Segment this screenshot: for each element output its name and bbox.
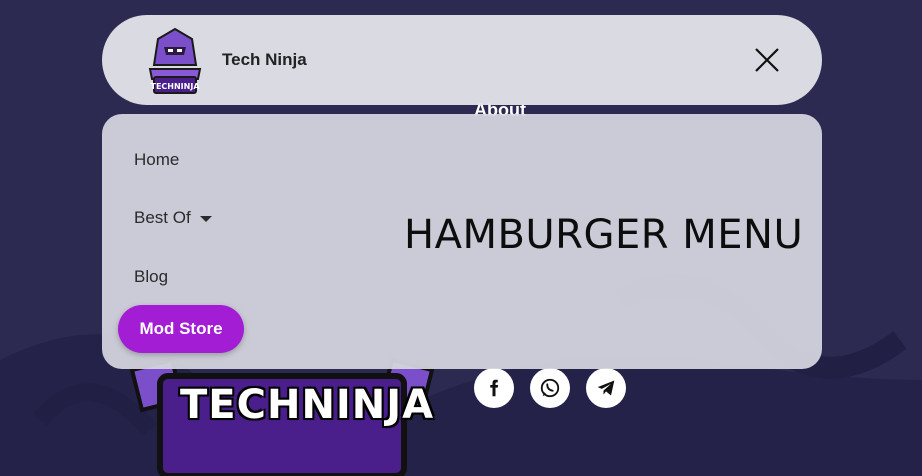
menu-item-home[interactable]: Home [134,150,179,170]
menu-item-label: Blog [134,267,169,286]
facebook-link[interactable] [474,368,514,408]
social-links [474,368,626,408]
menu-item-blog[interactable]: Blog [134,267,168,287]
menu-item-best-of[interactable]: Best Of [134,208,212,228]
hamburger-menu-panel: Home Best Of Blog Mod Store HAMBURGER ME… [102,114,822,369]
whatsapp-link[interactable] [530,368,570,408]
telegram-link[interactable] [586,368,626,408]
telegram-icon [597,380,615,396]
menu-item-label: Home [134,150,180,169]
logo-text: TECHNINJA [150,82,200,91]
mod-store-button[interactable]: Mod Store [118,305,244,353]
close-icon [755,48,779,72]
whatsapp-icon [540,378,560,398]
overlay-title: HAMBURGER MENU [404,212,804,258]
background-logo-text: TECHNINJA [180,382,435,428]
caret-down-icon [199,215,212,222]
close-menu-button[interactable] [752,45,782,75]
site-header: TECHNINJA Tech Ninja [102,15,822,105]
menu-item-label: Best Of [134,208,191,227]
ninja-logo-icon[interactable]: TECHNINJA [142,25,208,95]
facebook-icon [490,379,499,397]
brand-name[interactable]: Tech Ninja [222,50,307,70]
